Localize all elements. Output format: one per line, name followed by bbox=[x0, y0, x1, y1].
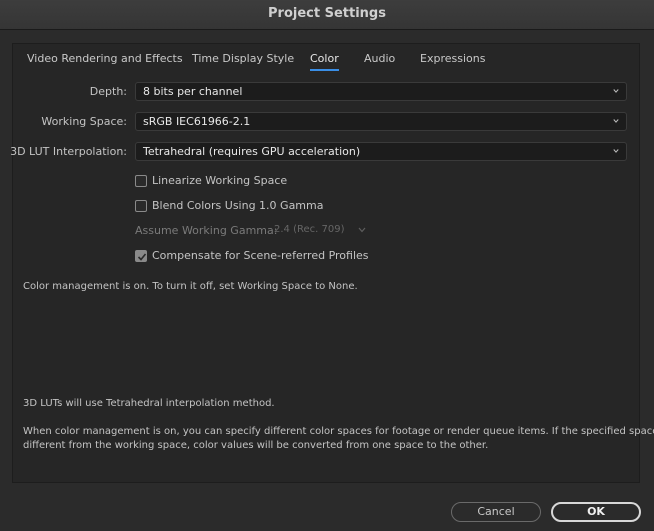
chevron-down-icon bbox=[613, 149, 619, 153]
assume-gamma-value: 2.4 (Rec. 709) bbox=[274, 224, 345, 235]
chevron-down-icon bbox=[613, 89, 619, 93]
chevron-down-icon bbox=[358, 227, 366, 233]
linearize-label: Linearize Working Space bbox=[152, 174, 288, 187]
lut-interpolation-select[interactable]: Tetrahedral (requires GPU acceleration) bbox=[135, 142, 627, 161]
depth-select[interactable]: 8 bits per channel bbox=[135, 82, 627, 101]
working-space-label: Working Space: bbox=[41, 115, 127, 128]
color-management-status: Color management is on. To turn it off, … bbox=[23, 281, 358, 292]
cancel-button[interactable]: Cancel bbox=[451, 502, 541, 522]
depth-value: 8 bits per channel bbox=[143, 85, 243, 98]
compensate-label: Compensate for Scene-referred Profiles bbox=[152, 249, 369, 262]
detail-text-line1: When color management is on, you can spe… bbox=[23, 426, 654, 437]
working-space-value: sRGB IEC61966-2.1 bbox=[143, 115, 251, 128]
assume-gamma-label: Assume Working Gamma: bbox=[135, 224, 278, 237]
lut-note: 3D LUTs will use Tetrahedral interpolati… bbox=[23, 398, 275, 409]
working-space-select[interactable]: sRGB IEC61966-2.1 bbox=[135, 112, 627, 131]
tab-audio[interactable]: Audio bbox=[364, 52, 395, 65]
blend-gamma-checkbox[interactable] bbox=[135, 200, 147, 212]
ok-button[interactable]: OK bbox=[551, 502, 641, 522]
compensate-checkbox[interactable] bbox=[135, 250, 147, 262]
linearize-checkbox[interactable] bbox=[135, 175, 147, 187]
tab-expressions[interactable]: Expressions bbox=[420, 52, 485, 65]
detail-text-line2: different from the working space, color … bbox=[23, 440, 489, 451]
blend-gamma-label: Blend Colors Using 1.0 Gamma bbox=[152, 199, 324, 212]
settings-panel: Video Rendering and Effects Time Display… bbox=[10, 43, 654, 483]
lut-interpolation-value: Tetrahedral (requires GPU acceleration) bbox=[143, 145, 361, 158]
tab-time-display[interactable]: Time Display Style bbox=[192, 52, 294, 65]
depth-label: Depth: bbox=[89, 85, 127, 98]
tab-video-rendering[interactable]: Video Rendering and Effects bbox=[27, 52, 183, 65]
title-bar: Project Settings bbox=[0, 0, 654, 30]
checkmark-icon bbox=[137, 253, 147, 261]
lut-interpolation-label: 3D LUT Interpolation: bbox=[10, 145, 127, 158]
chevron-down-icon bbox=[613, 119, 619, 123]
tab-bar: Video Rendering and Effects Time Display… bbox=[13, 44, 639, 76]
window-title: Project Settings bbox=[268, 6, 386, 21]
tab-color[interactable]: Color bbox=[310, 52, 339, 71]
